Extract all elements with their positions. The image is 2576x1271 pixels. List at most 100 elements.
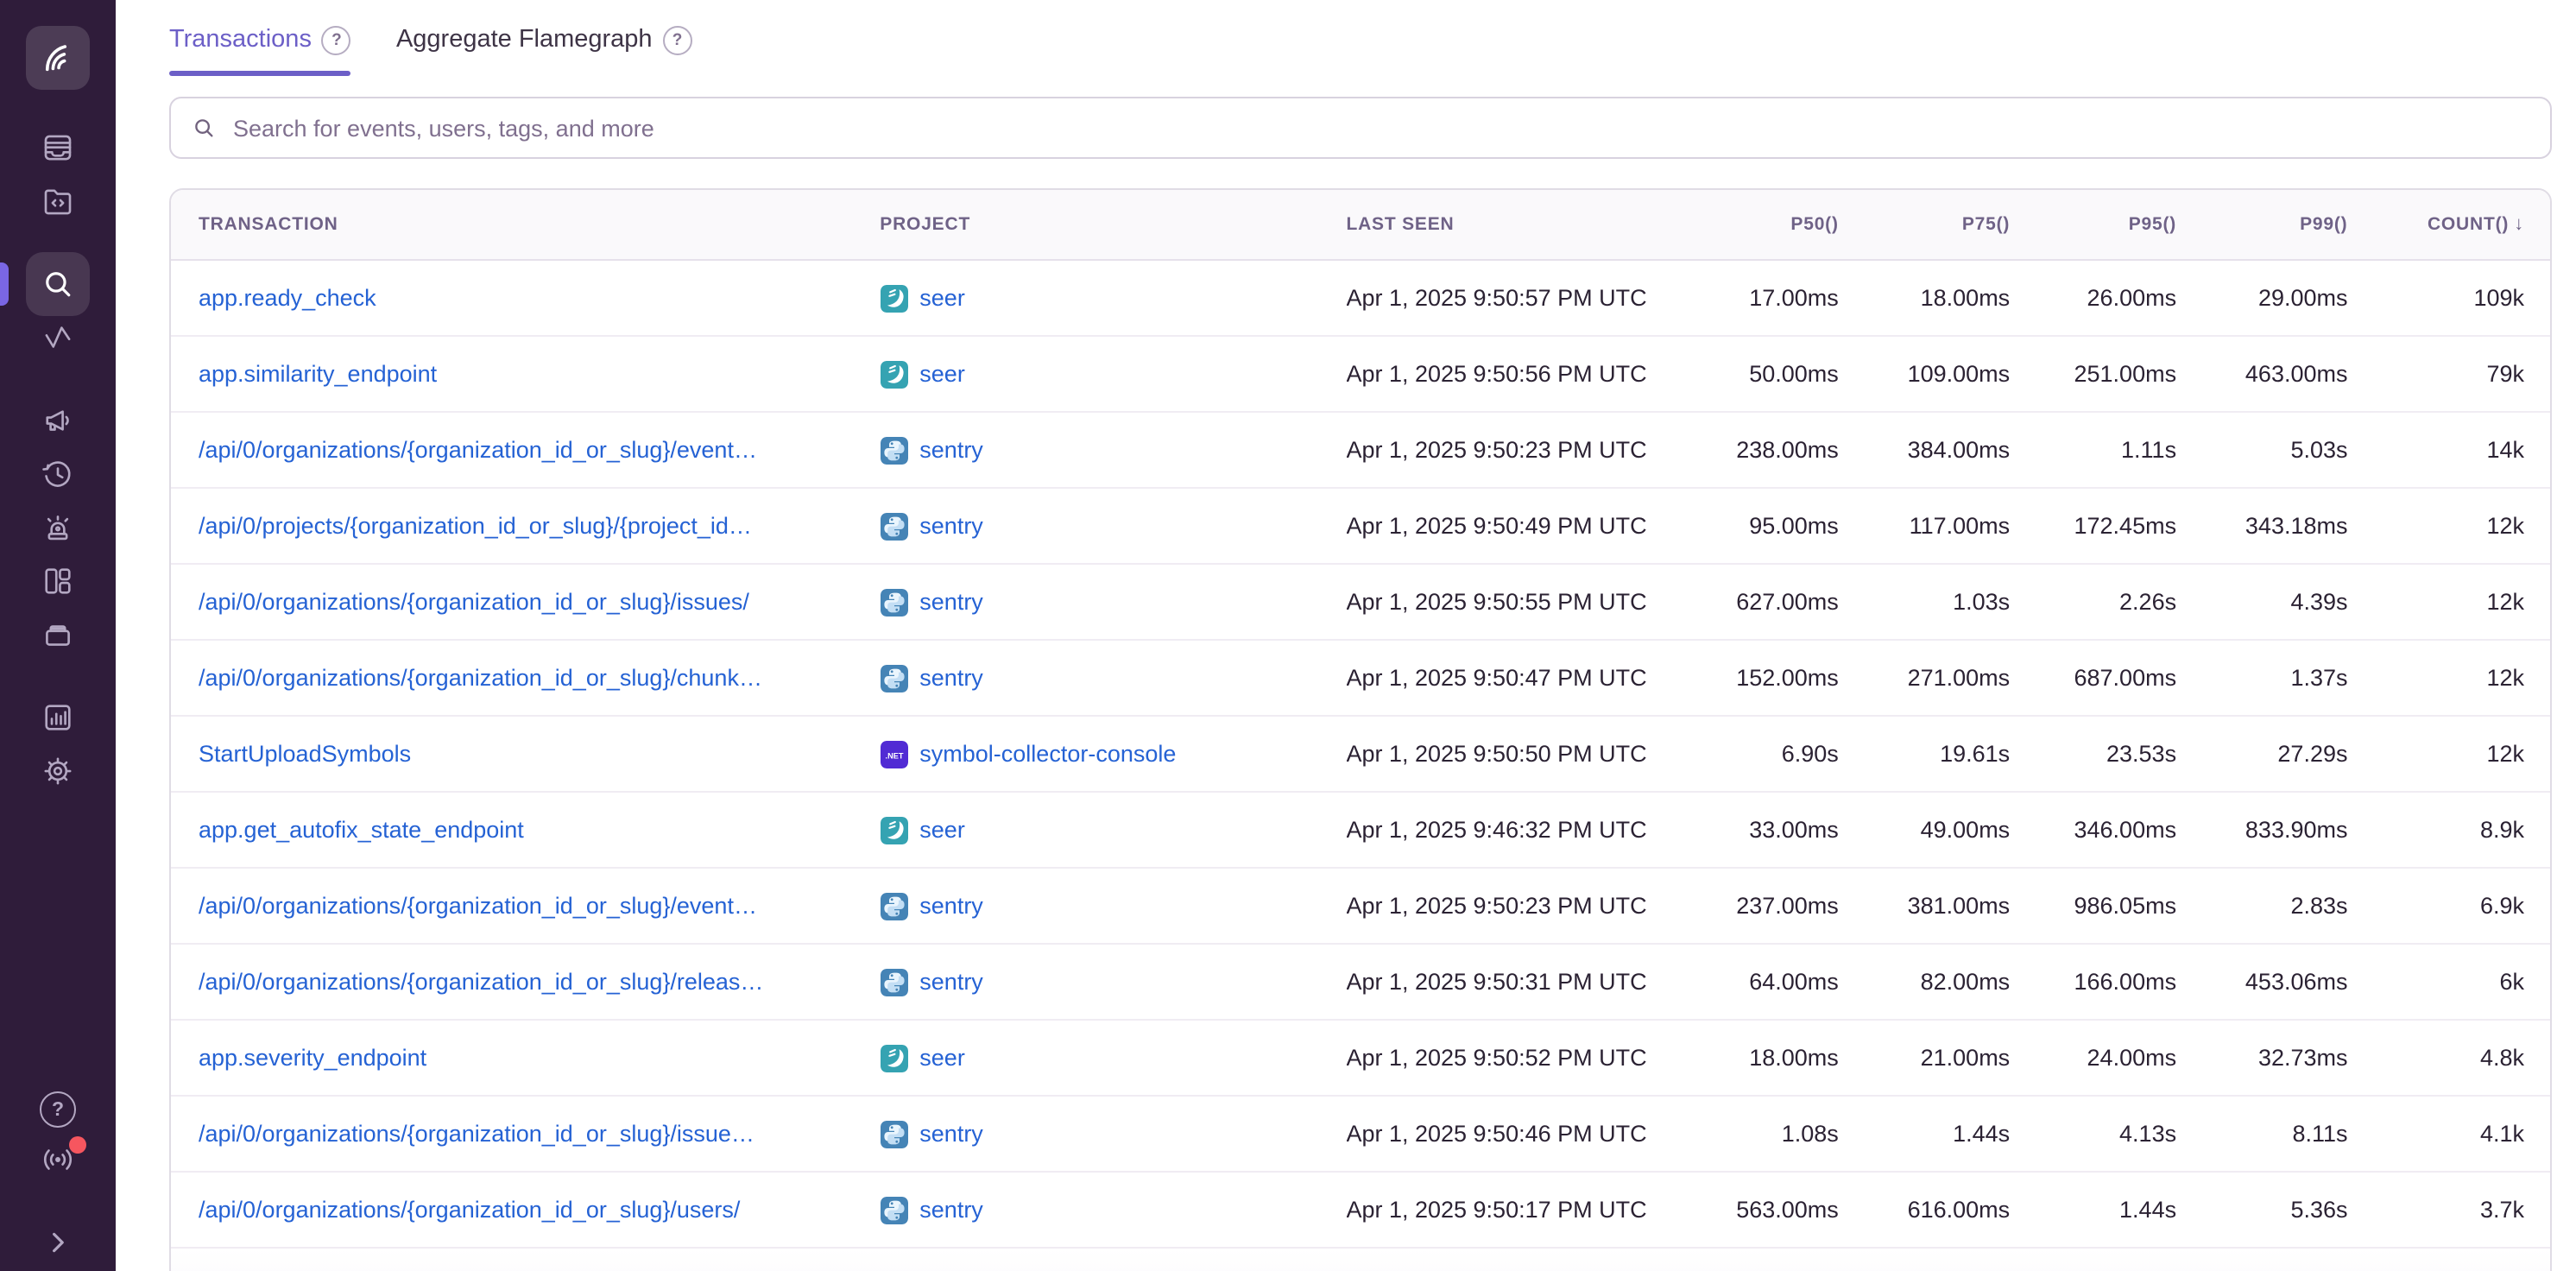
sidebar-item-issues[interactable] — [26, 121, 90, 174]
zigzag-chart-icon — [40, 319, 76, 356]
last-seen-value: Apr 1, 2025 9:50:49 PM UTC — [1346, 513, 1714, 539]
project-link[interactable]: sentry — [919, 513, 983, 539]
last-seen-value: Apr 1, 2025 9:46:32 PM UTC — [1346, 817, 1714, 843]
sidebar-item-settings[interactable] — [26, 744, 90, 798]
project-link[interactable]: seer — [919, 285, 965, 311]
column-header-p95[interactable]: P95() — [2060, 214, 2226, 235]
project-link[interactable]: sentry — [919, 893, 983, 919]
p95-value: 2.26s — [2060, 589, 2226, 615]
column-header-transaction[interactable]: TRANSACTION — [171, 214, 880, 235]
count-value: 12k — [2398, 513, 2551, 539]
column-header-project[interactable]: PROJECT — [880, 214, 1346, 235]
project-link[interactable]: sentry — [919, 589, 983, 615]
tab-aggregate-flamegraph[interactable]: Aggregate Flamegraph ? — [396, 17, 692, 62]
partial-next-row — [171, 1247, 2550, 1271]
last-seen-value: Apr 1, 2025 9:50:57 PM UTC — [1346, 285, 1714, 311]
sidebar-nav — [0, 121, 116, 798]
column-header-p50[interactable]: P50() — [1715, 214, 1889, 235]
project-link[interactable]: sentry — [919, 969, 983, 995]
issues-inbox-icon — [40, 130, 76, 166]
last-seen-value: Apr 1, 2025 9:50:46 PM UTC — [1346, 1121, 1714, 1147]
p99-value: 453.06ms — [2226, 969, 2397, 995]
sentry-logo-button[interactable] — [26, 26, 90, 90]
last-seen-value: Apr 1, 2025 9:50:56 PM UTC — [1346, 361, 1714, 387]
transaction-link[interactable]: app.get_autofix_state_endpoint — [199, 817, 524, 843]
count-value: 3.7k — [2398, 1197, 2551, 1223]
folder-code-icon — [40, 183, 76, 219]
seer-project-icon — [880, 816, 907, 844]
dotnet-project-icon: .NET — [880, 740, 907, 768]
svg-text:.NET: .NET — [885, 751, 903, 760]
search-input[interactable] — [230, 113, 2529, 142]
transaction-link[interactable]: /api/0/organizations/{organization_id_or… — [199, 665, 762, 691]
p50-value: 563.00ms — [1715, 1197, 1889, 1223]
sidebar-item-performance[interactable] — [26, 311, 90, 364]
p50-value: 238.00ms — [1715, 437, 1889, 463]
transaction-link[interactable]: /api/0/projects/{organization_id_or_slug… — [199, 513, 752, 539]
count-value: 8.9k — [2398, 817, 2551, 843]
transaction-link[interactable]: app.similarity_endpoint — [199, 361, 437, 387]
p50-value: 1.08s — [1715, 1121, 1889, 1147]
table-row: app.ready_check seer Apr 1, 2025 9:50:57 … — [171, 261, 2550, 335]
sidebar-item-feedback[interactable] — [26, 394, 90, 447]
transaction-link[interactable]: /api/0/organizations/{organization_id_or… — [199, 1197, 740, 1223]
python-project-icon — [880, 1196, 907, 1224]
sidebar-item-stats[interactable] — [26, 691, 90, 744]
transaction-link[interactable]: /api/0/organizations/{organization_id_or… — [199, 589, 749, 615]
p75-value: 1.44s — [1889, 1121, 2060, 1147]
help-icon[interactable]: ? — [322, 25, 351, 54]
transaction-link[interactable]: /api/0/organizations/{organization_id_or… — [199, 969, 763, 995]
sidebar-item-projects[interactable] — [26, 174, 90, 228]
transactions-table: TRANSACTIONPROJECTLAST SEENP50()P75()P95… — [169, 188, 2552, 1271]
search-icon — [192, 116, 216, 140]
count-value: 12k — [2398, 741, 2551, 767]
p99-value: 1.37s — [2226, 665, 2397, 691]
transaction-link[interactable]: /api/0/organizations/{organization_id_or… — [199, 893, 757, 919]
count-value: 109k — [2398, 285, 2551, 311]
column-header-p99[interactable]: P99() — [2226, 214, 2397, 235]
help-icon[interactable]: ? — [663, 25, 692, 54]
table-row: /api/0/projects/{organization_id_or_slug… — [171, 487, 2550, 563]
transaction-link[interactable]: app.severity_endpoint — [199, 1045, 426, 1071]
table-row: StartUploadSymbols .NET symbol-collector-… — [171, 715, 2550, 791]
p99-value: 5.36s — [2226, 1197, 2397, 1223]
project-link[interactable]: symbol-collector-console — [919, 741, 1176, 767]
project-link[interactable]: sentry — [919, 665, 983, 691]
transaction-link[interactable]: app.ready_check — [199, 285, 376, 311]
count-value: 12k — [2398, 589, 2551, 615]
transaction-link[interactable]: StartUploadSymbols — [199, 741, 411, 767]
p95-value: 986.05ms — [2060, 893, 2226, 919]
column-header-p75[interactable]: P75() — [1889, 214, 2060, 235]
project-link[interactable]: sentry — [919, 1121, 983, 1147]
p99-value: 343.18ms — [2226, 513, 2397, 539]
sidebar-collapse-button[interactable] — [26, 1217, 90, 1268]
project-link[interactable]: sentry — [919, 437, 983, 463]
project-link[interactable]: seer — [919, 1045, 965, 1071]
help-circle-icon: ? — [40, 1091, 76, 1128]
project-link[interactable]: sentry — [919, 1197, 983, 1223]
p95-value: 26.00ms — [2060, 285, 2226, 311]
bar-chart-icon — [40, 699, 76, 736]
sidebar-item-dashboards[interactable] — [26, 554, 90, 608]
p50-value: 64.00ms — [1715, 969, 1889, 995]
column-header-last-seen[interactable]: LAST SEEN — [1346, 214, 1714, 235]
help-button[interactable]: ? — [26, 1084, 90, 1135]
p75-value: 49.00ms — [1889, 817, 2060, 843]
transaction-link[interactable]: /api/0/organizations/{organization_id_or… — [199, 1121, 754, 1147]
project-link[interactable]: seer — [919, 817, 965, 843]
sidebar-item-explore[interactable] — [26, 252, 90, 316]
transaction-link[interactable]: /api/0/organizations/{organization_id_or… — [199, 437, 757, 463]
count-value: 4.1k — [2398, 1121, 2551, 1147]
sidebar-item-releases[interactable] — [26, 608, 90, 661]
p50-value: 33.00ms — [1715, 817, 1889, 843]
sidebar-item-alerts[interactable] — [26, 501, 90, 554]
sort-desc-arrow: ↓ — [2514, 214, 2524, 235]
whats-new-button[interactable] — [26, 1135, 90, 1185]
project-link[interactable]: seer — [919, 361, 965, 387]
sidebar-item-replays[interactable] — [26, 447, 90, 501]
p50-value: 50.00ms — [1715, 361, 1889, 387]
tab-transactions[interactable]: Transactions ? — [169, 17, 351, 62]
sidebar-bottom: ? — [0, 1084, 116, 1268]
siren-icon — [40, 509, 76, 546]
column-header-count[interactable]: COUNT()↓ — [2398, 214, 2551, 235]
